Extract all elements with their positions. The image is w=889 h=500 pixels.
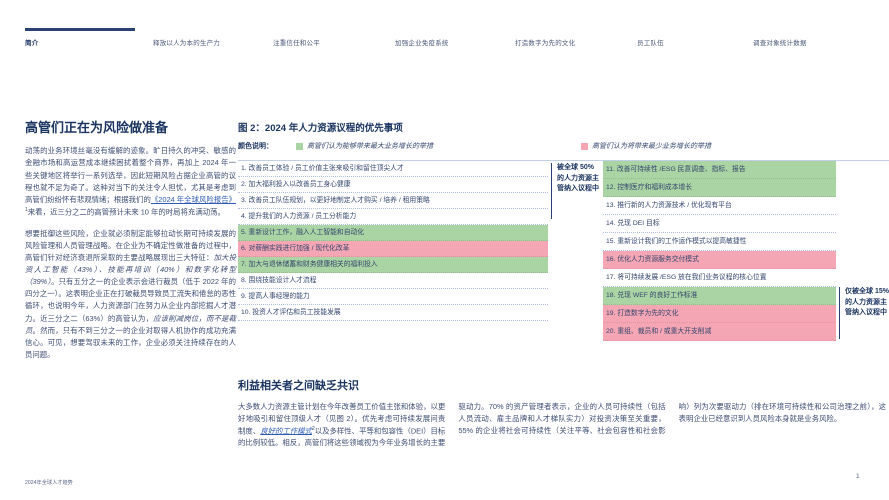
p2-text-end: 。然而，只有不到三分之一的企业对取得人机协作的成功充满信心。可见，想要驾驭未来的… [25,325,236,359]
annotation-top-50-percent: 被全球 50% 的人力资源主管纳入议程中 [551,161,599,341]
consensus-title: 利益相关者之间缺乏共识 [238,380,359,392]
annotation-bottom-15-percent: 仅被全球 15% 的人力资源主管纳入议程中 [839,161,889,341]
priority-item: 9. 提高人事经理的能力 [238,289,548,305]
page-number: 1 [856,473,860,480]
annotation-text: 仅被全球 15% 的人力资源主管纳入议程中 [839,287,889,339]
p2-text: 想要抵御这些风险，企业就必须制定能够拉动长期可持续发展的风险管理和人员管理战略。… [25,228,236,262]
priority-item: 13. 推行新的人力资源技术 / 优化现有平台 [603,197,836,215]
figure-title: 图 2：2024 年人力资源议程的优先事项 [238,123,403,134]
tab-respondent-demographics[interactable]: 调查对象统计数据 [753,28,873,47]
intro-column: 高管们正在为风险做准备 动荡的业务环境丝毫没有缓解的迹象。旷日持久的冲突、敏感的… [25,120,236,370]
legend-least-growth: 高管们认为将带来最少业务增长的举措 [581,141,711,151]
tab-trust-equity[interactable]: 注重信任和公平 [273,28,395,47]
priority-item-highlight-green: 12. 控制医疗和福利成本增长 [603,179,836,197]
figure-body: 1. 改善员工体验 / 员工价值主张来吸引和留住顶尖人才 2. 加大福利投入以改… [238,161,889,341]
legend-green-text: 高管们认为能够带来最大业务增长的举措 [307,143,433,150]
priority-item-highlight-green: 11. 改善可持续性 /ESG 民意调查、指标、报告 [603,161,836,179]
chapter-nav: 简介 释放以人为本的生产力 注重信任和公平 加强企业免疫系统 打造数字为先的文化… [25,28,879,47]
annotation-text: 被全球 50% 的人力资源主管纳入议程中 [551,163,599,219]
risk-report-link[interactable]: 《2024 年全球风险报告》 [151,195,236,204]
priority-item: 4. 提升我们的人力资源 / 员工分析能力 [238,209,548,225]
section-title: 高管们正在为风险做准备 [25,120,169,135]
priority-item-highlight-pink: 6. 对薪酬实践进行加强 / 现代化改革 [238,241,548,257]
priority-item-highlight-green: 18. 兑现 WEF 的良好工作标准 [603,287,836,305]
priority-item: 17. 将可持续发展 /ESG 放在我们业务议程的核心位置 [603,269,836,287]
priority-item-highlight-pink: 16. 优化人力资源服务交付模式 [603,251,836,269]
priority-item: 10. 投资人才评估和员工技能发展 [238,305,548,321]
priority-item-highlight-pink: 19. 打造数字为先的文化 [603,305,836,323]
priority-item: 8. 围绕技能设计人才流程 [238,273,548,289]
green-swatch-icon [296,142,303,150]
priority-item-highlight-green: 7. 加大与退休储蓄和财务健康相关的福利投入 [238,257,548,273]
legend-label: 颜色说明： [238,143,273,150]
priority-item: 3. 改善员工队伍规划，以更好地制定人才购买 / 培养 / 租用策略 [238,193,548,209]
priority-item: 15. 重新设计我们的工作运作模式以提高敏捷性 [603,233,836,251]
priority-item-highlight-pink: 20. 重组、裁员和 / 或重大开支削减 [603,323,836,341]
good-work-link[interactable]: 良好的工作模式 [260,426,312,435]
legend-most-growth: 高管们认为能够带来最大业务增长的举措 [296,141,433,151]
tab-intro[interactable]: 简介 [25,28,153,47]
tab-workforce[interactable]: 员工队伍 [637,28,753,47]
tab-digital-first-culture[interactable]: 打造数字为先的文化 [515,28,637,47]
priority-item: 14. 兑现 DEI 目标 [603,215,836,233]
priority-item-highlight-green: 5. 重新设计工作，融入人工智能和自动化 [238,225,548,241]
tab-corporate-immune-system[interactable]: 加强企业免疫系统 [395,28,515,47]
legend-pink-text: 高管们认为将带来最少业务增长的举措 [592,143,711,150]
report-page: 简介 释放以人为本的生产力 注重信任和公平 加强企业免疫系统 打造数字为先的文化… [0,0,889,500]
intro-paragraph-2: 想要抵御这些风险，企业就必须制定能够拉动长期可持续发展的风险管理和人员管理战略。… [25,228,236,362]
priority-item: 1. 改善员工体验 / 员工价值主张来吸引和留住顶尖人才 [238,161,548,177]
priority-list-1-10: 1. 改善员工体验 / 员工价值主张来吸引和留住顶尖人才 2. 加大福利投入以改… [238,161,548,341]
figure-legend: 颜色说明： 高管们认为能够带来最大业务增长的举措 高管们认为将带来最少业务增长的… [238,141,889,151]
consensus-body: 大多数人力资源主管计划在今年改善员工价值主张和体验，以更好地吸引和留住顶级人才（… [238,401,886,457]
p1-text-end: 来看，近三分之二的高管预计未来 10 年的时局将充满动荡。 [27,207,225,217]
priority-item: 2. 加大福利投入以改善员工身心健康 [238,177,548,193]
figure-2-hr-priorities: 图 2：2024 年人力资源议程的优先事项 颜色说明： 高管们认为能够带来最大业… [238,120,889,341]
report-footer-title: 2024年全球人才趋势 [25,480,73,486]
intro-paragraph-1: 动荡的业务环境丝毫没有缓解的迹象。旷日持久的冲突、敏感的金融市场和高运营成本继续… [25,145,236,218]
priority-list-11-20: 11. 改善可持续性 /ESG 民意调查、指标、报告 12. 控制医疗和福利成本… [603,161,836,341]
tab-human-productivity[interactable]: 释放以人为本的生产力 [153,28,273,47]
pink-swatch-icon [581,142,588,150]
stakeholder-consensus-section: 利益相关者之间缺乏共识 大多数人力资源主管计划在今年改善员工价值主张和体验，以更… [238,377,886,457]
